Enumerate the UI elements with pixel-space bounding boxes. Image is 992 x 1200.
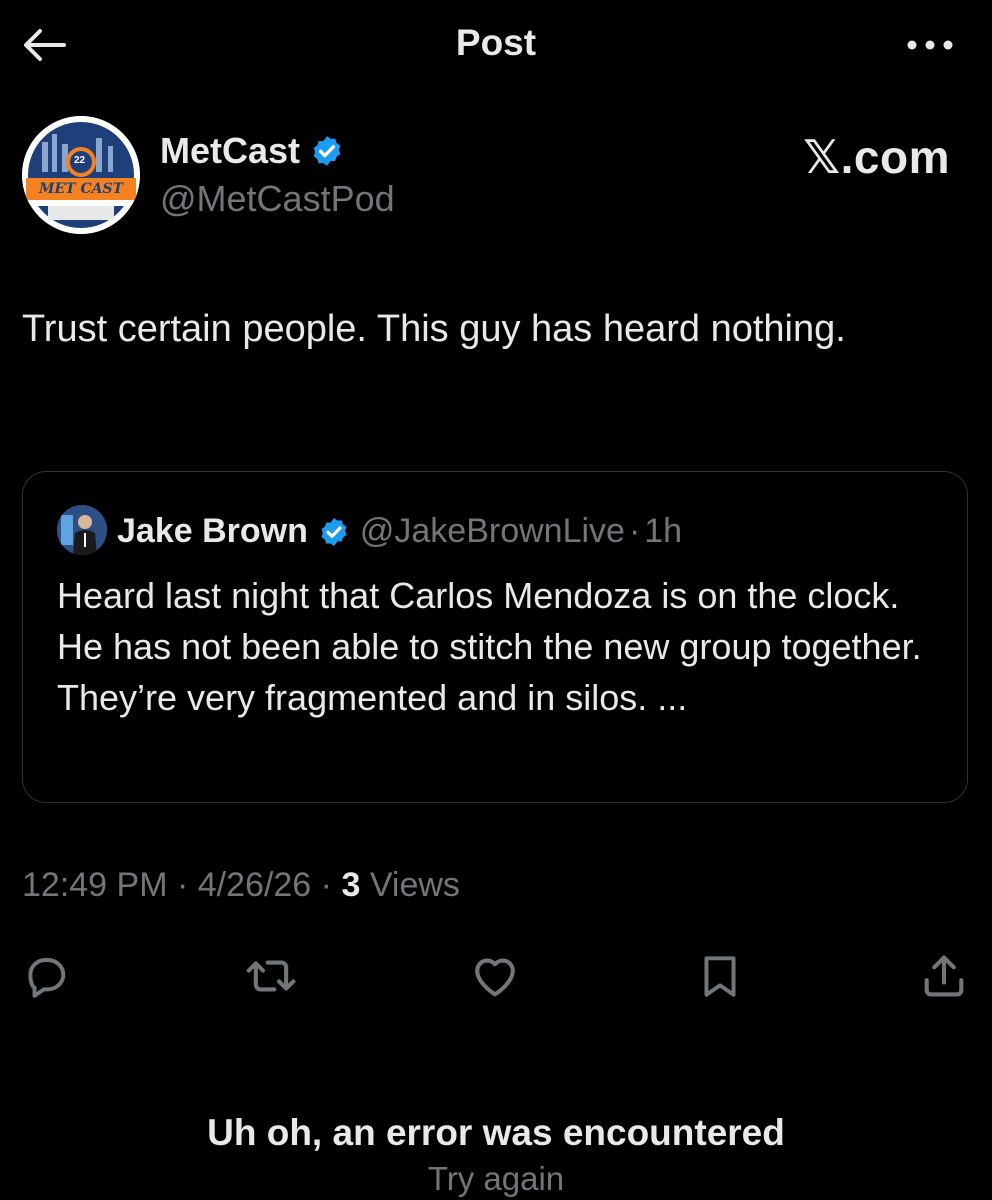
author-info: MetCast bbox=[160, 130, 344, 172]
repost-button[interactable] bbox=[243, 948, 299, 1004]
avatar-badge: 22 bbox=[74, 155, 86, 166]
avatar[interactable]: 22 MET CAST bbox=[22, 116, 140, 234]
views-count: 3 bbox=[341, 866, 361, 904]
reply-icon bbox=[28, 957, 66, 998]
reply-button[interactable] bbox=[18, 948, 74, 1004]
quote-author-name: Jake Brown bbox=[117, 512, 308, 550]
quote-meta: Jake Brown @JakeBrownLive · 1h bbox=[117, 512, 682, 551]
quote-text: Heard last night that Carlos Mendoza is … bbox=[57, 575, 922, 718]
quote-author-handle: @JakeBrownLive bbox=[359, 512, 625, 550]
try-again-link[interactable]: Try again bbox=[428, 1160, 564, 1197]
quoted-post-card[interactable]: Jake Brown @JakeBrownLive · 1h Heard las… bbox=[22, 471, 968, 803]
post-text: Trust certain people. This guy has heard… bbox=[22, 308, 846, 350]
meta-separator: · bbox=[176, 866, 189, 904]
verified-badge-icon bbox=[321, 517, 347, 546]
more-horizontal-icon bbox=[907, 40, 953, 50]
post-date: 4/26/26 bbox=[197, 866, 312, 904]
avatar-label: MET CAST bbox=[39, 181, 123, 197]
x-watermark: 𝕏.com bbox=[803, 131, 950, 183]
bookmark-button[interactable] bbox=[692, 948, 748, 1004]
author-handle[interactable]: @MetCastPod bbox=[160, 178, 395, 220]
author-name[interactable]: MetCast bbox=[160, 130, 300, 172]
bookmark-icon bbox=[704, 956, 736, 997]
error-message: Uh oh, an error was encountered bbox=[207, 1112, 785, 1153]
share-icon bbox=[924, 955, 964, 997]
like-icon bbox=[475, 958, 515, 997]
try-again-container: Try again bbox=[0, 1160, 992, 1198]
verified-badge-icon bbox=[313, 136, 341, 166]
repost-icon bbox=[246, 960, 296, 992]
like-button[interactable] bbox=[467, 948, 523, 1004]
share-button[interactable] bbox=[916, 948, 972, 1004]
more-options-button[interactable] bbox=[894, 30, 954, 60]
quote-avatar bbox=[57, 505, 107, 555]
post-meta: 12:49 PM · 4/26/26 · 3 Views bbox=[22, 866, 460, 905]
page-title: Post bbox=[455, 22, 537, 63]
meta-separator: · bbox=[320, 866, 332, 904]
quote-separator: · bbox=[628, 512, 641, 550]
post-time: 12:49 PM bbox=[22, 866, 168, 904]
quote-time: 1h bbox=[644, 512, 683, 550]
views-label[interactable]: Views bbox=[370, 866, 460, 904]
